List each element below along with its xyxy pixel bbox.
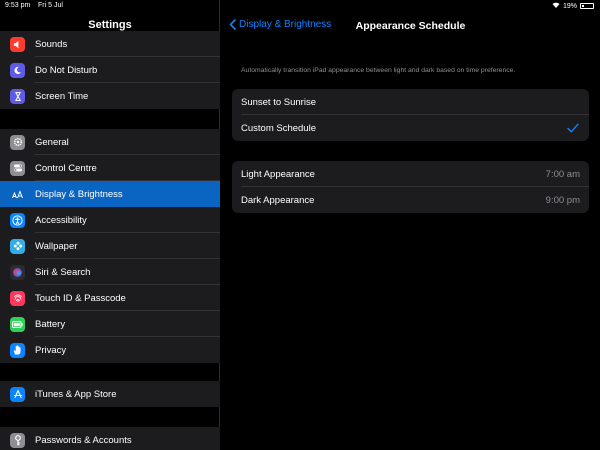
sidebar-item-label: Touch ID & Passcode <box>35 292 126 304</box>
app-store-icon <box>10 386 25 402</box>
schedule-options-group: Sunset to Sunrise Custom Schedule <box>232 89 589 141</box>
moon-icon <box>10 62 25 78</box>
wifi-icon <box>552 2 560 10</box>
sidebar-item-label: Accessibility <box>35 214 87 226</box>
switches-icon <box>10 160 25 176</box>
sidebar-item-label: iTunes & App Store <box>35 388 117 400</box>
description-text: Automatically transition iPad appearance… <box>241 67 516 74</box>
flower-icon <box>10 238 25 254</box>
sidebar-item-itunes-app-store[interactable]: iTunes & App Store <box>0 381 220 407</box>
sidebar-item-general[interactable]: General <box>0 129 220 155</box>
sidebar-item-screen-time[interactable]: Screen Time <box>0 83 220 109</box>
hand-icon <box>10 342 25 358</box>
speaker-icon <box>10 36 25 52</box>
sidebar-group-4: Passwords & Accounts <box>0 427 220 450</box>
battery-fill <box>582 5 584 7</box>
sidebar-item-wallpaper[interactable]: Wallpaper <box>0 233 220 259</box>
battery-percent: 19% <box>562 2 577 10</box>
sidebar-item-passwords-accounts[interactable]: Passwords & Accounts <box>0 427 220 450</box>
option-custom-schedule[interactable]: Custom Schedule <box>232 115 589 141</box>
sidebar-item-label: Do Not Disturb <box>35 64 98 76</box>
sidebar-item-label: Privacy <box>35 344 67 356</box>
sidebar-item-control-centre[interactable]: Control Centre <box>0 155 220 181</box>
sidebar: Settings Sounds Do Not Disturb Screen Ti… <box>0 0 220 450</box>
sidebar-item-label: Battery <box>35 318 66 330</box>
sidebar-item-label: Control Centre <box>35 162 97 174</box>
light-appearance-label: Light Appearance <box>241 168 315 180</box>
sidebar-item-accessibility[interactable]: Accessibility <box>0 207 220 233</box>
light-appearance-row[interactable]: Light Appearance 7:00 am <box>232 161 589 187</box>
light-appearance-value: 7:00 am <box>545 168 580 180</box>
siri-icon <box>10 264 25 280</box>
checkmark-icon <box>567 120 579 136</box>
gear-icon <box>10 134 25 150</box>
sidebar-item-display-brightness[interactable]: Display & Brightness <box>0 181 220 207</box>
sidebar-item-do-not-disturb[interactable]: Do Not Disturb <box>0 57 220 83</box>
page-title: Appearance Schedule <box>355 20 466 32</box>
option-label: Custom Schedule <box>241 122 316 134</box>
sidebar-item-label: Siri & Search <box>35 266 91 278</box>
sidebar-item-sounds[interactable]: Sounds <box>0 31 220 57</box>
sidebar-item-label: Display & Brightness <box>35 188 123 200</box>
fingerprint-icon <box>10 290 25 306</box>
status-time: 9:53 pm <box>5 2 31 9</box>
sidebar-item-label: Screen Time <box>35 90 89 102</box>
sidebar-item-touch-id-passcode[interactable]: Touch ID & Passcode <box>0 285 220 311</box>
hourglass-icon <box>10 88 25 104</box>
text-size-icon <box>10 186 25 202</box>
sidebar-item-label: General <box>35 136 69 148</box>
sidebar-item-label: Wallpaper <box>35 240 78 252</box>
detail-pane: Display & Brightness Appearance Schedule… <box>221 0 600 450</box>
status-right: 19% <box>552 2 594 10</box>
sidebar-group-1: Sounds Do Not Disturb Screen Time <box>0 31 220 109</box>
dark-appearance-row[interactable]: Dark Appearance 9:00 pm <box>232 187 589 213</box>
option-sunset-to-sunrise[interactable]: Sunset to Sunrise <box>232 89 589 115</box>
dark-appearance-value: 9:00 pm <box>545 194 580 206</box>
accessibility-icon <box>10 212 25 228</box>
sidebar-item-privacy[interactable]: Privacy <box>0 337 220 363</box>
sidebar-title: Settings <box>88 19 132 31</box>
sidebar-group-3: iTunes & App Store <box>0 381 220 407</box>
option-label: Sunset to Sunrise <box>241 96 316 108</box>
status-date: Fri 5 Jul <box>38 2 63 9</box>
sidebar-item-label: Sounds <box>35 38 68 50</box>
time-settings-group: Light Appearance 7:00 am Dark Appearance… <box>232 161 589 213</box>
battery-icon <box>580 3 594 9</box>
sidebar-item-label: Passwords & Accounts <box>35 434 132 446</box>
status-bar: 9:53 pm Fri 5 Jul 19% <box>0 0 600 12</box>
sidebar-group-2: General Control Centre Display & Brightn… <box>0 129 220 363</box>
dark-appearance-label: Dark Appearance <box>241 194 315 206</box>
sidebar-item-siri-search[interactable]: Siri & Search <box>0 259 220 285</box>
key-icon <box>10 432 25 448</box>
battery-icon <box>10 316 25 332</box>
sidebar-item-battery[interactable]: Battery <box>0 311 220 337</box>
